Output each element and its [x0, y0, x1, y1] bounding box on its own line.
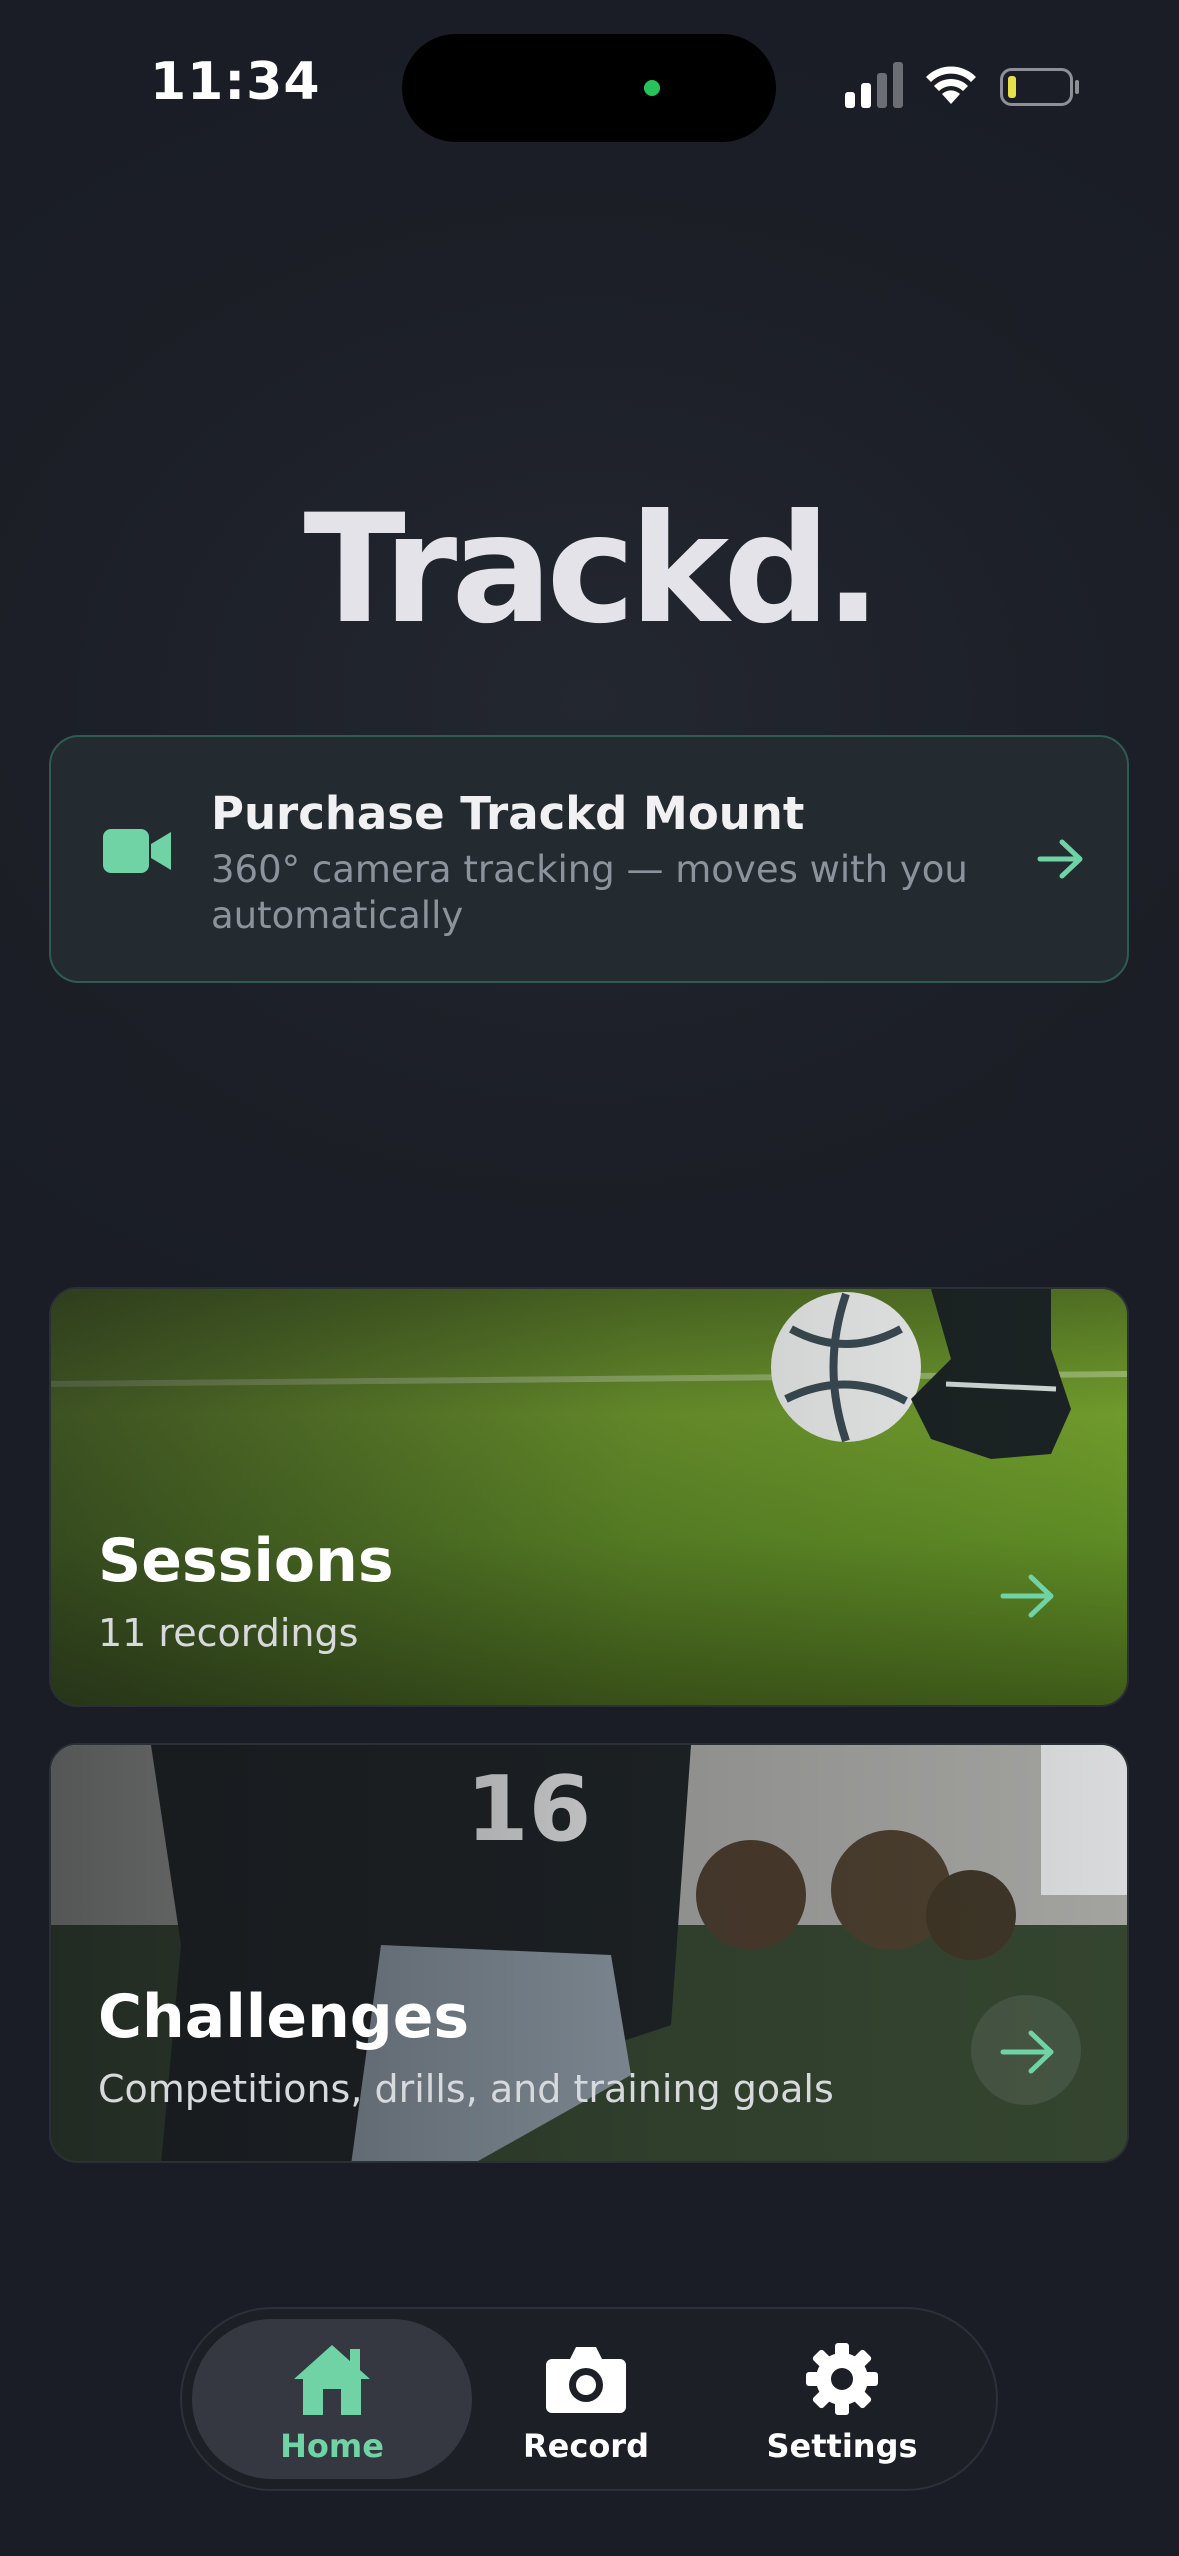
camera-icon — [546, 2347, 626, 2413]
purchase-subtitle: 360° camera tracking — moves with you au… — [211, 848, 968, 937]
sessions-card[interactable]: Sessions 11 recordings — [49, 1287, 1129, 1707]
sessions-subtitle: 11 recordings — [98, 1611, 359, 1655]
tab-home[interactable]: Home — [192, 2319, 472, 2479]
wifi-icon — [926, 66, 976, 104]
challenges-card[interactable]: 16 Challenges Competitions, drills, and … — [49, 1743, 1129, 2163]
tab-settings-label: Settings — [766, 2427, 918, 2465]
bottom-tab-bar: Home Record Settings — [180, 2307, 998, 2491]
status-time: 11:34 — [150, 52, 321, 112]
purchase-title: Purchase Trackd Mount — [211, 787, 805, 840]
tab-record[interactable]: Record — [446, 2319, 726, 2479]
sessions-title: Sessions — [98, 1526, 394, 1596]
challenges-subtitle: Competitions, drills, and training goals — [98, 2067, 834, 2111]
arrow-right-icon — [1037, 839, 1083, 879]
tab-record-label: Record — [523, 2427, 649, 2465]
tab-home-label: Home — [280, 2427, 384, 2465]
challenges-title: Challenges — [98, 1982, 470, 2052]
camera-indicator-dot — [644, 80, 660, 96]
arrow-right-icon — [1000, 2030, 1054, 2074]
app-logo: Trackd. — [303, 483, 881, 657]
home-icon — [294, 2345, 370, 2415]
arrow-right-icon — [1000, 1574, 1054, 1618]
status-bar: 11:34 — [0, 0, 1179, 180]
gear-icon — [806, 2343, 878, 2415]
battery-icon — [1000, 68, 1079, 106]
cellular-signal-icon — [845, 62, 903, 108]
tab-settings[interactable]: Settings — [702, 2319, 982, 2479]
dynamic-island — [402, 34, 776, 142]
purchase-mount-card[interactable]: Purchase Trackd Mount 360° camera tracki… — [49, 735, 1129, 983]
video-camera-icon — [103, 829, 171, 873]
